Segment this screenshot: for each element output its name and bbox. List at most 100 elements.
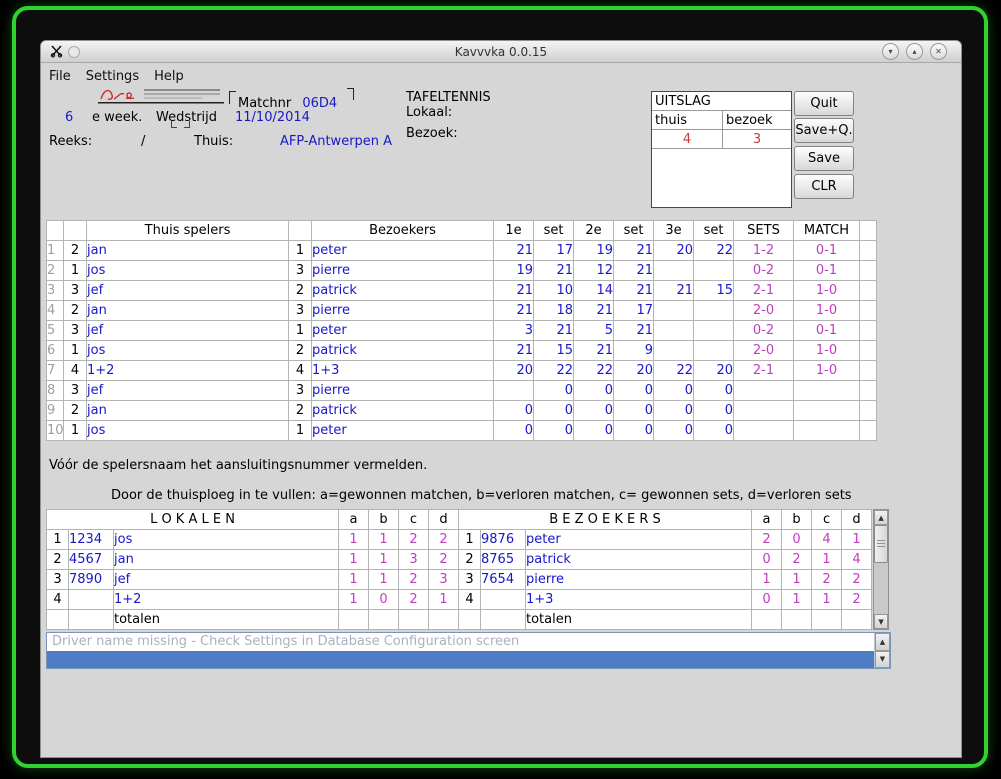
home-stat-d-cell[interactable]: 3 [428,569,459,590]
home-member-number-cell[interactable] [68,589,114,610]
close-button[interactable]: ✕ [930,43,947,60]
set-score-cell[interactable]: 18 [533,300,574,321]
set-score-cell[interactable]: 22 [653,360,694,381]
home-player-cell[interactable]: jan [86,400,289,421]
home-player-number-cell[interactable]: 3 [63,320,87,341]
visitor-stat-a-cell[interactable]: 2 [751,529,783,550]
set-score-cell[interactable]: 0 [613,380,654,401]
set-score-cell[interactable]: 0 [573,420,614,441]
visitor-player-cell[interactable]: peter [311,320,494,341]
home-stat-c-cell[interactable]: 2 [398,529,429,550]
home-player-number-cell[interactable]: 2 [63,300,87,321]
set-score-cell[interactable]: 0 [533,400,574,421]
set-score-cell[interactable]: 0 [573,380,614,401]
home-player-cell[interactable]: jos [86,340,289,361]
menu-settings[interactable]: Settings [86,69,139,84]
visitor-player-number-cell[interactable]: 3 [288,300,312,321]
titlebar[interactable]: Kavvvka 0.0.15 ▾ ▴ ✕ [41,41,961,63]
set-score-cell[interactable]: 21 [493,280,534,301]
set-score-cell[interactable] [653,320,694,341]
home-player-cell[interactable]: jan [86,300,289,321]
matchnr-value[interactable]: 06D4 [302,96,337,111]
home-stat-c-cell[interactable]: 3 [398,549,429,570]
home-player-cell[interactable]: 1+2 [86,360,289,381]
visitor-member-number-cell[interactable]: 8765 [480,549,526,570]
status-scroll-down-button[interactable]: ▼ [875,650,890,668]
set-score-cell[interactable]: 15 [693,280,734,301]
menu-file[interactable]: File [49,69,71,84]
visitor-player-cell[interactable]: peter [311,420,494,441]
home-player-number-cell[interactable]: 3 [63,280,87,301]
save-quit-button[interactable]: Save+Q. [794,118,854,143]
set-score-cell[interactable] [493,380,534,401]
match-date-value[interactable]: 11/10/2014 [235,110,310,125]
set-score-cell[interactable]: 0 [653,400,694,421]
visitor-player-number-cell[interactable]: 2 [288,280,312,301]
set-score-cell[interactable]: 21 [493,300,534,321]
set-score-cell[interactable]: 21 [573,300,614,321]
set-score-cell[interactable]: 17 [533,240,574,261]
visitor-stat-b-cell[interactable]: 1 [781,569,813,590]
visitor-member-number-cell[interactable] [480,589,526,610]
visitor-stat-c-cell[interactable]: 4 [811,529,843,550]
visitor-player-number-cell[interactable]: 1 [288,320,312,341]
set-score-cell[interactable] [653,300,694,321]
visitor-player-number-cell[interactable]: 3 [288,260,312,281]
scroll-trough[interactable] [874,525,889,614]
set-score-cell[interactable]: 20 [613,360,654,381]
summary-scrollbar[interactable]: ▲ ▼ [873,509,890,630]
home-player-cell[interactable]: jos [86,420,289,441]
home-summary-name-cell[interactable]: jef [113,569,339,590]
visitor-stat-a-cell[interactable]: 1 [751,569,783,590]
visitor-stat-a-cell[interactable]: 0 [751,549,783,570]
set-score-cell[interactable]: 19 [573,240,614,261]
home-stat-a-cell[interactable]: 1 [338,549,369,570]
set-score-cell[interactable]: 0 [613,400,654,421]
set-score-cell[interactable]: 21 [613,320,654,341]
visitor-stat-c-cell[interactable]: 2 [811,569,843,590]
set-score-cell[interactable]: 21 [613,280,654,301]
set-score-cell[interactable] [693,320,734,341]
visitor-player-cell[interactable]: pierre [311,300,494,321]
visitor-stat-b-cell[interactable]: 1 [781,589,813,610]
home-player-number-cell[interactable]: 1 [63,340,87,361]
home-member-number-cell[interactable]: 1234 [68,529,114,550]
set-score-cell[interactable]: 17 [613,300,654,321]
home-player-number-cell[interactable]: 4 [63,360,87,381]
home-member-number-cell[interactable]: 4567 [68,549,114,570]
set-score-cell[interactable]: 22 [693,240,734,261]
visitor-stat-b-cell[interactable]: 2 [781,549,813,570]
visitor-stat-a-cell[interactable]: 0 [751,589,783,610]
visitor-player-cell[interactable]: peter [311,240,494,261]
week-number-value[interactable]: 6 [65,110,73,125]
set-score-cell[interactable]: 21 [613,260,654,281]
clear-button[interactable]: CLR [794,174,854,199]
home-player-number-cell[interactable]: 3 [63,380,87,401]
visitor-player-cell[interactable]: patrick [311,400,494,421]
visitor-player-number-cell[interactable]: 2 [288,340,312,361]
home-stat-b-cell[interactable]: 1 [368,549,399,570]
home-player-cell[interactable]: jan [86,240,289,261]
set-score-cell[interactable]: 0 [493,400,534,421]
set-score-cell[interactable]: 0 [693,420,734,441]
set-score-cell[interactable]: 21 [493,240,534,261]
home-stat-d-cell[interactable]: 1 [428,589,459,610]
selected-status-row[interactable] [47,651,874,668]
set-score-cell[interactable]: 0 [653,380,694,401]
visitor-player-cell[interactable]: patrick [311,340,494,361]
set-score-cell[interactable]: 21 [533,320,574,341]
set-score-cell[interactable]: 21 [573,340,614,361]
set-score-cell[interactable]: 10 [533,280,574,301]
home-player-cell[interactable]: jef [86,320,289,341]
set-score-cell[interactable]: 0 [653,420,694,441]
set-score-cell[interactable] [693,300,734,321]
visitor-player-number-cell[interactable]: 1 [288,420,312,441]
visitor-player-cell[interactable]: pierre [311,260,494,281]
visitor-summary-name-cell[interactable]: 1+3 [524,589,753,610]
set-score-cell[interactable]: 15 [533,340,574,361]
home-team-value[interactable]: AFP-Antwerpen A [280,134,392,149]
visitor-member-number-cell[interactable]: 7654 [480,569,526,590]
home-player-number-cell[interactable]: 1 [63,420,87,441]
home-player-cell[interactable]: jef [86,380,289,401]
visitor-member-number-cell[interactable]: 9876 [480,529,526,550]
